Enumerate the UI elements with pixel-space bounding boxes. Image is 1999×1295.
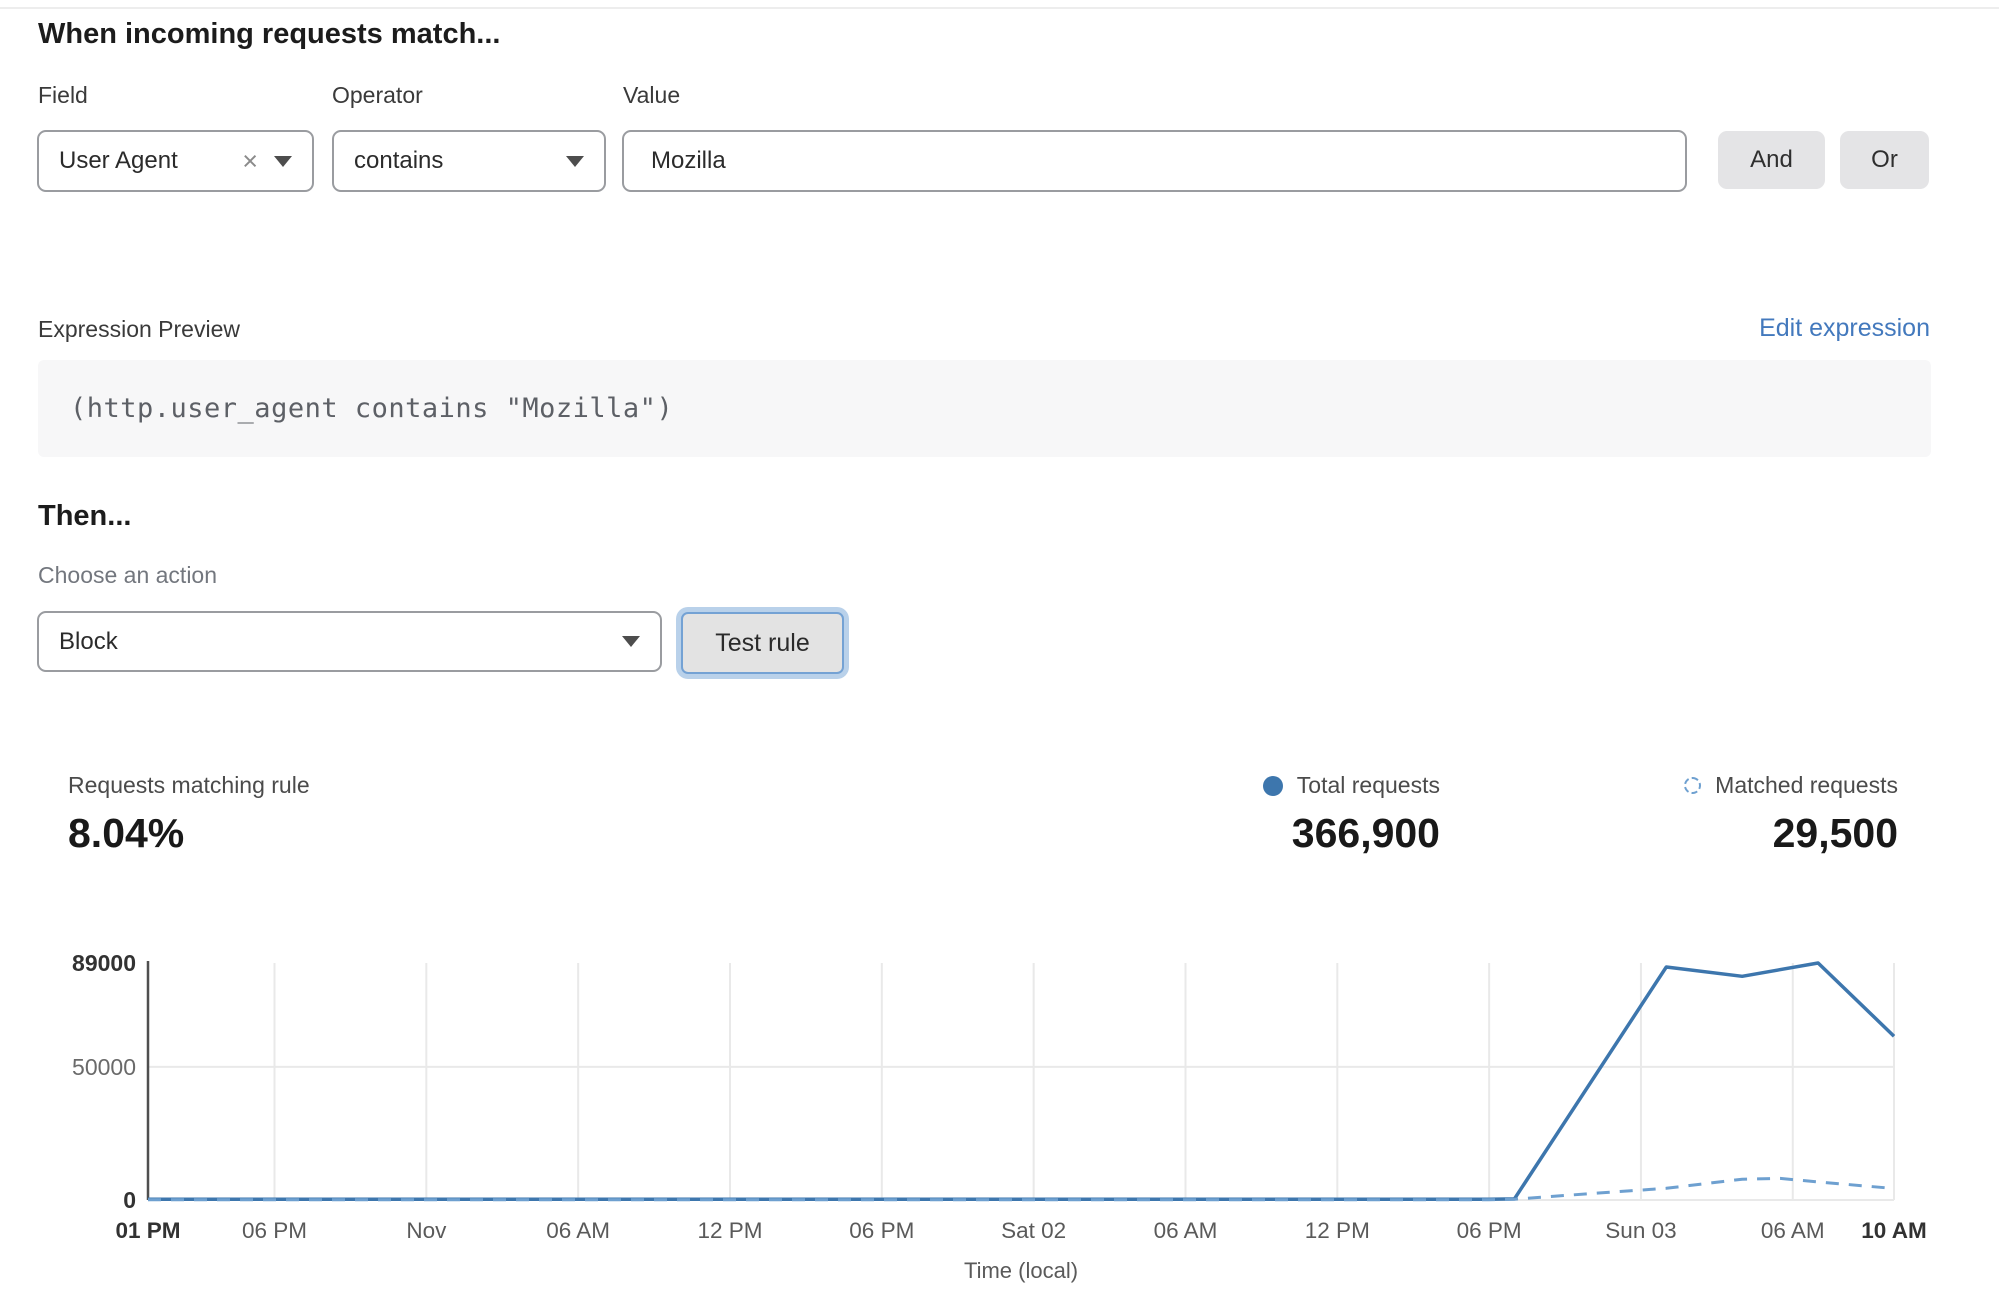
- svg-text:06 PM: 06 PM: [849, 1218, 914, 1243]
- stat-matching-label: Requests matching rule: [68, 772, 310, 799]
- svg-text:0: 0: [123, 1187, 136, 1213]
- page-title: When incoming requests match...: [38, 18, 500, 51]
- svg-text:89000: 89000: [72, 950, 136, 976]
- or-button[interactable]: Or: [1840, 131, 1929, 189]
- svg-text:Time (local): Time (local): [964, 1258, 1078, 1283]
- chart-canvas: 0 50000 89000 01 PM 06 PM Nov 06 AM 12 PM 06 PM S…: [0, 940, 1999, 1295]
- stat-matched-requests: Matched requests 29,500: [1684, 772, 1898, 857]
- then-heading: Then...: [38, 500, 131, 533]
- svg-text:06 AM: 06 AM: [546, 1218, 610, 1243]
- svg-text:06 PM: 06 PM: [242, 1218, 307, 1243]
- svg-text:Nov: Nov: [406, 1218, 447, 1243]
- expression-code: (http.user_agent contains "Mozilla"): [70, 393, 673, 424]
- stat-matching-value: 8.04%: [68, 810, 310, 857]
- action-select-value: Block: [39, 628, 118, 656]
- operator-select[interactable]: contains: [332, 130, 606, 192]
- chevron-down-icon[interactable]: [566, 156, 584, 167]
- expression-preview-label: Expression Preview: [38, 316, 240, 343]
- svg-text:Sat 02: Sat 02: [1001, 1218, 1066, 1243]
- and-button[interactable]: And: [1718, 131, 1825, 189]
- requests-line-chart: 0 50000 89000 01 PM 06 PM Nov 06 AM 12 PM 06 PM S…: [0, 940, 1999, 1295]
- stat-matched-value: 29,500: [1684, 810, 1898, 857]
- edit-expression-link[interactable]: Edit expression: [1759, 314, 1930, 343]
- choose-action-label: Choose an action: [38, 562, 217, 589]
- svg-text:12 PM: 12 PM: [697, 1218, 762, 1243]
- stat-matched-label[interactable]: Matched requests: [1715, 772, 1898, 799]
- operator-select-value: contains: [334, 147, 443, 175]
- action-select[interactable]: Block: [37, 611, 662, 672]
- svg-text:06 AM: 06 AM: [1154, 1218, 1218, 1243]
- stat-total-label[interactable]: Total requests: [1297, 772, 1440, 799]
- value-label: Value: [623, 82, 680, 109]
- chevron-down-icon[interactable]: [274, 156, 292, 167]
- total-requests-legend-dot-icon: [1263, 776, 1283, 796]
- chevron-down-icon[interactable]: [622, 636, 640, 647]
- matched-requests-legend-circle-icon: [1684, 777, 1701, 794]
- stat-requests-matching: Requests matching rule 8.04%: [68, 772, 310, 857]
- expression-code-block: (http.user_agent contains "Mozilla"): [38, 360, 1931, 457]
- svg-text:50000: 50000: [72, 1054, 136, 1080]
- svg-text:10 AM: 10 AM: [1861, 1218, 1926, 1243]
- test-rule-button[interactable]: Test rule: [681, 612, 844, 674]
- svg-text:01 PM: 01 PM: [115, 1218, 180, 1243]
- svg-text:Sun 03: Sun 03: [1605, 1218, 1676, 1243]
- svg-text:06 PM: 06 PM: [1457, 1218, 1522, 1243]
- svg-text:12 PM: 12 PM: [1305, 1218, 1370, 1243]
- operator-label: Operator: [332, 82, 423, 109]
- firewall-rule-builder: When incoming requests match... Field Op…: [0, 0, 1999, 1295]
- field-select[interactable]: User Agent ×: [37, 130, 314, 192]
- field-label: Field: [38, 82, 88, 109]
- svg-text:06 AM: 06 AM: [1761, 1218, 1825, 1243]
- value-input[interactable]: [622, 130, 1687, 192]
- field-select-value: User Agent: [39, 147, 178, 175]
- stat-total-value: 366,900: [1263, 810, 1440, 857]
- stat-total-requests: Total requests 366,900: [1263, 772, 1440, 857]
- card-top-border: [0, 7, 1999, 9]
- clear-field-icon[interactable]: ×: [242, 148, 258, 175]
